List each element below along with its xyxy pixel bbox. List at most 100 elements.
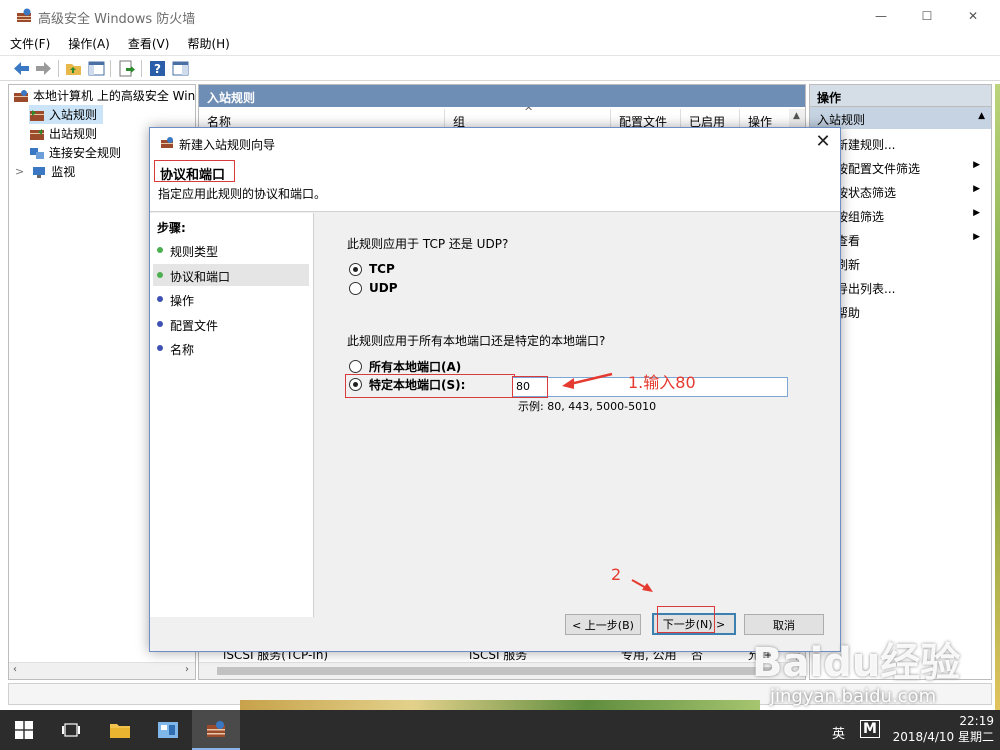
column-name[interactable]: 名称 [199,109,445,129]
desktop-wallpaper [240,700,760,710]
scroll-up-icon[interactable]: ▲ [793,111,800,121]
action-item[interactable]: 按组筛选 ▶ [836,208,986,228]
properties-pane-icon[interactable] [171,59,190,78]
action-item[interactable]: 帮助 [836,304,986,324]
action-item[interactable]: 查看 ▶ [836,232,986,252]
minimize-button[interactable]: — [858,0,904,32]
system-clock[interactable]: 22:19 2018/4/10 星期二 [893,714,994,745]
clock-time: 22:19 [959,714,994,728]
start-button[interactable] [0,710,48,750]
baidu-watermark-logo: Baidu经验 [752,640,961,686]
action-item[interactable]: 导出列表... [836,280,986,300]
tree-root[interactable]: 本地计算机 上的高级安全 Windo [13,86,195,105]
step-status-icon [157,247,163,253]
tree-item-monitoring[interactable]: > 监视 [15,162,75,181]
annotation-step-1: 1.输入80 [628,373,696,392]
collapse-icon[interactable]: ▲ [978,111,985,121]
step-status-icon [157,271,163,278]
clock-date: 2018/4/10 星期二 [892,730,994,744]
tree-horizontal-scrollbar[interactable]: ‹ › [9,662,195,679]
submenu-arrow-icon: ▶ [973,208,980,218]
wizard-step: 规则类型 [153,239,309,261]
toolbar-separator [110,60,111,77]
inbound-rules-icon [30,109,44,121]
ports-question: 此规则应用于所有本地端口还是特定的本地端口? [347,334,606,348]
port-example-hint: 示例: 80, 443, 5000-5010 [518,400,657,413]
action-item[interactable]: 按配置文件筛选 ▶ [836,160,986,180]
radio-unselected-icon[interactable] [349,360,362,373]
folder-icon [110,724,130,738]
tree-item-outbound-rules[interactable]: 出站规则 [29,124,97,143]
wizard-step: 配置文件 [153,313,309,335]
back-button[interactable]: < 上一步(B) [565,614,641,635]
export-list-icon[interactable] [117,59,136,78]
desktop-wallpaper-edge [995,84,1000,710]
dialog-header: 协议和端口 指定应用此规则的协议和端口。 [150,158,840,212]
menu-view[interactable]: 查看(V) [118,32,178,54]
column-action[interactable]: 操作 [740,109,789,129]
help-icon[interactable]: ? [148,59,167,78]
annotation-step-2: 2 [611,565,622,584]
protocol-question: 此规则应用于 TCP 还是 UDP? [347,237,509,251]
radio-selected-icon[interactable] [349,262,362,276]
up-folder-icon[interactable] [64,59,83,78]
column-enabled[interactable]: 已启用 [681,109,740,129]
ime-indicator[interactable]: 英 [832,723,845,742]
close-button[interactable]: ✕ [950,0,996,32]
actions-section-inbound[interactable]: 入站规则 ▲ [810,107,991,129]
tree-item-inbound-rules[interactable]: 入站规则 [29,105,104,124]
task-view-button[interactable] [48,710,94,750]
action-item[interactable]: 按状态筛选 ▶ [836,184,986,204]
annotation-arrow-icon [562,372,613,389]
menu-file[interactable]: 文件(F) [0,32,58,54]
column-profile[interactable]: 配置文件 [611,109,681,129]
new-inbound-rule-wizard: 新建入站规则向导 ✕ 协议和端口 指定应用此规则的协议和端口。 步骤: 规则类型… [149,127,841,652]
menu-action[interactable]: 操作(A) [58,32,118,54]
column-group[interactable]: 组 [445,109,611,129]
action-item[interactable]: 新建规则... [836,136,986,156]
expand-chevron-icon[interactable]: > [15,165,24,178]
wizard-steps: 步骤: 规则类型 协议和端口 操作 配置文件 名称 [150,213,314,617]
action-item[interactable]: 刷新 [836,256,986,276]
taskbar-firewall-app[interactable] [192,710,240,750]
outbound-rules-icon [30,128,44,140]
specific-ports-highlight-box [345,374,515,398]
scroll-right-icon[interactable]: › [185,664,189,675]
show-hide-tree-icon[interactable] [87,59,106,78]
udp-radio[interactable]: UDP [349,281,398,295]
forward-arrow-icon[interactable] [34,59,53,78]
wizard-content: 此规则应用于 TCP 还是 UDP? TCP UDP 此规则应用于所有本地端口还… [315,213,833,617]
firewall-icon [14,89,28,102]
connection-security-icon [30,147,44,159]
tree-item-connection-security[interactable]: 连接安全规则 [29,143,121,162]
toolbar: ? [0,55,1000,81]
step-status-icon [157,296,163,302]
wizard-step: 协议和端口 [153,263,309,286]
scroll-thumb[interactable] [217,667,777,675]
dialog-heading: 协议和端口 [160,168,226,183]
window-title: 高级安全 Windows 防火墙 [38,12,196,27]
next-highlight-box [657,606,715,633]
tcp-radio[interactable]: TCP [349,262,395,276]
windows-logo-icon [15,721,33,739]
baidu-watermark-url: jingyan.baidu.com [770,686,937,707]
submenu-arrow-icon: ▶ [973,232,980,242]
menu-help[interactable]: 帮助(H) [177,32,237,54]
taskbar-file-explorer[interactable] [96,710,144,750]
rules-horizontal-scrollbar[interactable] [199,662,805,679]
all-ports-radio[interactable]: 所有本地端口(A) [349,358,461,375]
actions-header: 操作 [810,85,991,107]
taskbar-control-panel[interactable] [144,710,192,750]
back-arrow-icon[interactable] [12,59,31,78]
ime-mode-indicator[interactable]: M [860,720,880,738]
dialog-close-button[interactable]: ✕ [812,132,834,154]
scroll-left-icon[interactable]: ‹ [13,664,17,675]
toolbar-separator [58,60,59,77]
dialog-subheading: 指定应用此规则的协议和端口。 [158,187,327,201]
annotation-arrow-icon [631,579,653,592]
radio-unselected-icon[interactable] [349,281,362,295]
maximize-button[interactable]: ☐ [904,0,950,32]
firewall-icon [161,137,173,148]
step-status-icon [157,320,163,327]
control-panel-icon [158,722,178,738]
